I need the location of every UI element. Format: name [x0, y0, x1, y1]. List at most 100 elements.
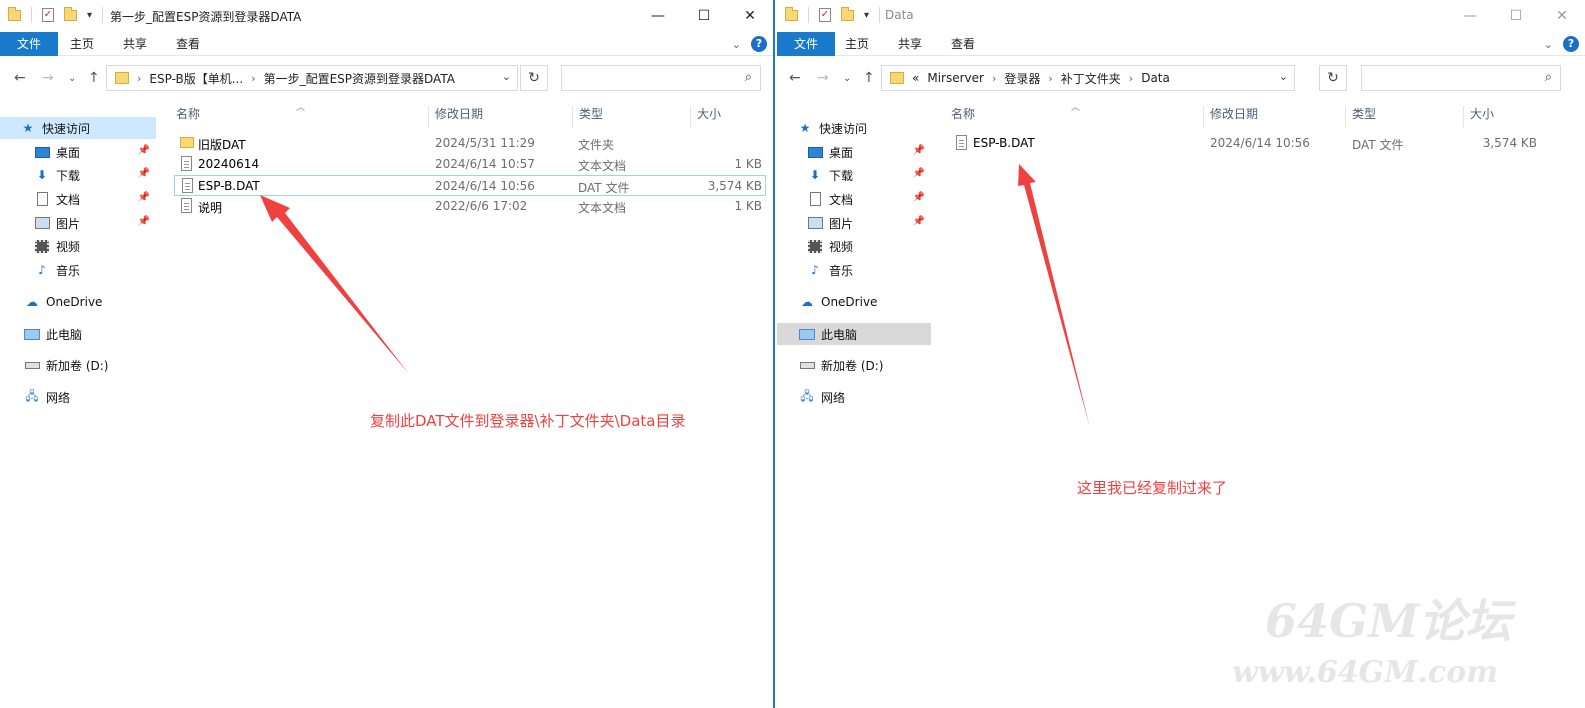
sidebar-item-music[interactable]: ♪ 音乐 [777, 259, 931, 281]
tab-view[interactable]: 查看 [176, 32, 200, 56]
sidebar-item-documents[interactable]: 文档 📌 [777, 188, 931, 210]
pin-icon[interactable]: 📌 [138, 168, 150, 179]
expand-ribbon-icon[interactable]: ⌄ [732, 38, 741, 51]
pin-icon[interactable]: 📌 [138, 192, 150, 203]
search-input[interactable]: ⌕ [1361, 65, 1561, 91]
help-icon[interactable]: ? [1563, 36, 1579, 52]
maximize-icon[interactable]: ☐ [681, 0, 727, 32]
column-header-size[interactable]: 大小 [1463, 106, 1543, 128]
sidebar-item-downloads[interactable]: ⬇ 下载 📌 [777, 164, 931, 186]
file-row[interactable]: ESP-B.DAT 2024/6/14 10:56 DAT 文件 3,574 K… [174, 175, 766, 196]
sidebar-item-videos[interactable]: 视频 [777, 235, 931, 257]
breadcrumb-item[interactable]: 登录器 [1004, 70, 1040, 87]
sidebar-item-this-pc[interactable]: 此电脑 [777, 323, 931, 345]
forward-arrow-icon[interactable]: → [817, 70, 829, 86]
pin-icon[interactable]: 📌 [138, 216, 150, 227]
file-icon [956, 135, 967, 150]
minimize-icon[interactable]: — [635, 0, 681, 32]
column-header-date[interactable]: 修改日期 [1203, 106, 1345, 128]
minimize-icon[interactable]: — [1447, 0, 1493, 32]
file-row[interactable]: ESP-B.DAT 2024/6/14 10:56 DAT 文件 3,574 K… [949, 133, 1541, 154]
up-arrow-icon[interactable]: ↑ [863, 70, 875, 86]
pin-icon[interactable]: 📌 [138, 145, 150, 156]
file-list: ︿ 名称 修改日期 类型 大小 旧版DAT 2024/5/31 11:29 文件… [170, 100, 770, 708]
search-input[interactable]: ⌕ [561, 65, 761, 91]
sidebar-item-music[interactable]: ♪ 音乐 [0, 259, 156, 281]
back-arrow-icon[interactable]: ← [14, 70, 26, 86]
sidebar-item-documents[interactable]: 文档 📌 [0, 188, 156, 210]
help-icon[interactable]: ? [751, 36, 767, 52]
new-folder-icon[interactable] [841, 6, 854, 21]
sidebar-item-this-pc[interactable]: 此电脑 [0, 323, 156, 345]
address-bar[interactable]: › ESP-B版【单机... › 第一步_配置ESP资源到登录器DATA ⌄ [106, 65, 518, 91]
explorer-window-left: ✓ ▾ 第一步_配置ESP资源到登录器DATA — ☐ ✕ 文件 主页 共享 查… [0, 0, 775, 708]
recent-locations-icon[interactable]: ⌄ [843, 73, 851, 84]
file-row[interactable]: 说明 2022/6/6 17:02 文本文档 1 KB [174, 196, 766, 217]
back-arrow-icon[interactable]: ← [789, 70, 801, 86]
properties-icon[interactable]: ✓ [819, 8, 831, 22]
forward-arrow-icon[interactable]: → [42, 70, 54, 86]
column-header-date[interactable]: 修改日期 [428, 106, 572, 128]
sidebar-item-pictures[interactable]: 图片 📌 [777, 212, 931, 234]
properties-icon[interactable]: ✓ [42, 8, 54, 22]
sidebar-item-drive-d[interactable]: 新加卷 (D:) [0, 354, 156, 376]
customize-toolbar-icon[interactable]: ▾ [87, 10, 92, 21]
tab-view[interactable]: 查看 [951, 32, 975, 56]
refresh-icon[interactable]: ↻ [520, 65, 548, 91]
sidebar-item-quick-access[interactable]: ★ 快速访问 [777, 117, 931, 139]
breadcrumb-item[interactable]: Data [1141, 71, 1170, 85]
column-header-name[interactable]: 名称 [945, 106, 1203, 128]
close-icon[interactable]: ✕ [727, 0, 773, 32]
column-header-size[interactable]: 大小 [690, 106, 766, 128]
sidebar-item-downloads[interactable]: ⬇ 下载 📌 [0, 164, 156, 186]
file-row[interactable]: 旧版DAT 2024/5/31 11:29 文件夹 [174, 133, 766, 154]
chevron-right-icon[interactable]: › [137, 72, 141, 85]
chevron-right-icon[interactable]: › [1048, 72, 1052, 85]
column-header-type[interactable]: 类型 [572, 106, 690, 128]
recent-locations-icon[interactable]: ⌄ [68, 73, 76, 84]
pin-icon[interactable]: 📌 [913, 145, 925, 156]
close-icon[interactable]: ✕ [1539, 0, 1585, 32]
sidebar-item-desktop[interactable]: 桌面 📌 [0, 141, 156, 163]
breadcrumb-item[interactable]: 补丁文件夹 [1061, 70, 1121, 87]
pin-icon[interactable]: 📌 [913, 216, 925, 227]
sidebar-item-videos[interactable]: 视频 [0, 235, 156, 257]
tab-share[interactable]: 共享 [123, 32, 147, 56]
tab-home[interactable]: 主页 [845, 32, 869, 56]
tab-share[interactable]: 共享 [898, 32, 922, 56]
customize-toolbar-icon[interactable]: ▾ [864, 10, 869, 21]
column-header-name[interactable]: 名称 [170, 106, 428, 128]
chevron-right-icon[interactable]: › [1129, 72, 1133, 85]
pin-icon[interactable]: 📌 [913, 168, 925, 179]
tab-home[interactable]: 主页 [70, 32, 94, 56]
chevron-down-icon[interactable]: ⌄ [1279, 70, 1288, 83]
sidebar-item-onedrive[interactable]: ☁ OneDrive [777, 291, 931, 313]
column-header-type[interactable]: 类型 [1345, 106, 1463, 128]
sidebar-item-network[interactable]: 🖧 网络 [0, 386, 156, 408]
breadcrumb-item[interactable]: 第一步_配置ESP资源到登录器DATA [264, 70, 455, 87]
sidebar-item-network[interactable]: 🖧 网络 [777, 386, 931, 408]
sidebar-item-pictures[interactable]: 图片 📌 [0, 212, 156, 234]
sidebar-item-onedrive[interactable]: ☁ OneDrive [0, 291, 156, 313]
refresh-icon[interactable]: ↻ [1319, 65, 1347, 91]
maximize-icon[interactable]: ☐ [1493, 0, 1539, 32]
file-row[interactable]: 20240614 2024/6/14 10:57 文本文档 1 KB [174, 154, 766, 175]
tab-file[interactable]: 文件 [777, 32, 835, 56]
address-bar[interactable]: « Mirserver › 登录器 › 补丁文件夹 › Data ⌄ [881, 65, 1295, 91]
pin-icon[interactable]: 📌 [913, 192, 925, 203]
chevron-right-icon[interactable]: › [251, 72, 255, 85]
chevron-right-icon[interactable]: › [992, 72, 996, 85]
sidebar-item-quick-access[interactable]: ★ 快速访问 [0, 117, 156, 139]
expand-ribbon-icon[interactable]: ⌄ [1544, 38, 1553, 51]
up-arrow-icon[interactable]: ↑ [88, 70, 100, 86]
breadcrumb-item[interactable]: Mirserver [927, 71, 984, 85]
sidebar-item-drive-d[interactable]: 新加卷 (D:) [777, 354, 931, 376]
tab-file[interactable]: 文件 [0, 32, 58, 56]
chevron-down-icon[interactable]: ⌄ [502, 70, 511, 83]
breadcrumb-overflow-icon[interactable]: « [912, 71, 919, 85]
breadcrumb-item[interactable]: ESP-B版【单机... [149, 70, 243, 87]
sidebar-item-desktop[interactable]: 桌面 📌 [777, 141, 931, 163]
new-folder-icon[interactable] [64, 6, 77, 21]
search-icon[interactable]: ⌕ [745, 70, 752, 85]
search-icon[interactable]: ⌕ [1545, 70, 1552, 85]
